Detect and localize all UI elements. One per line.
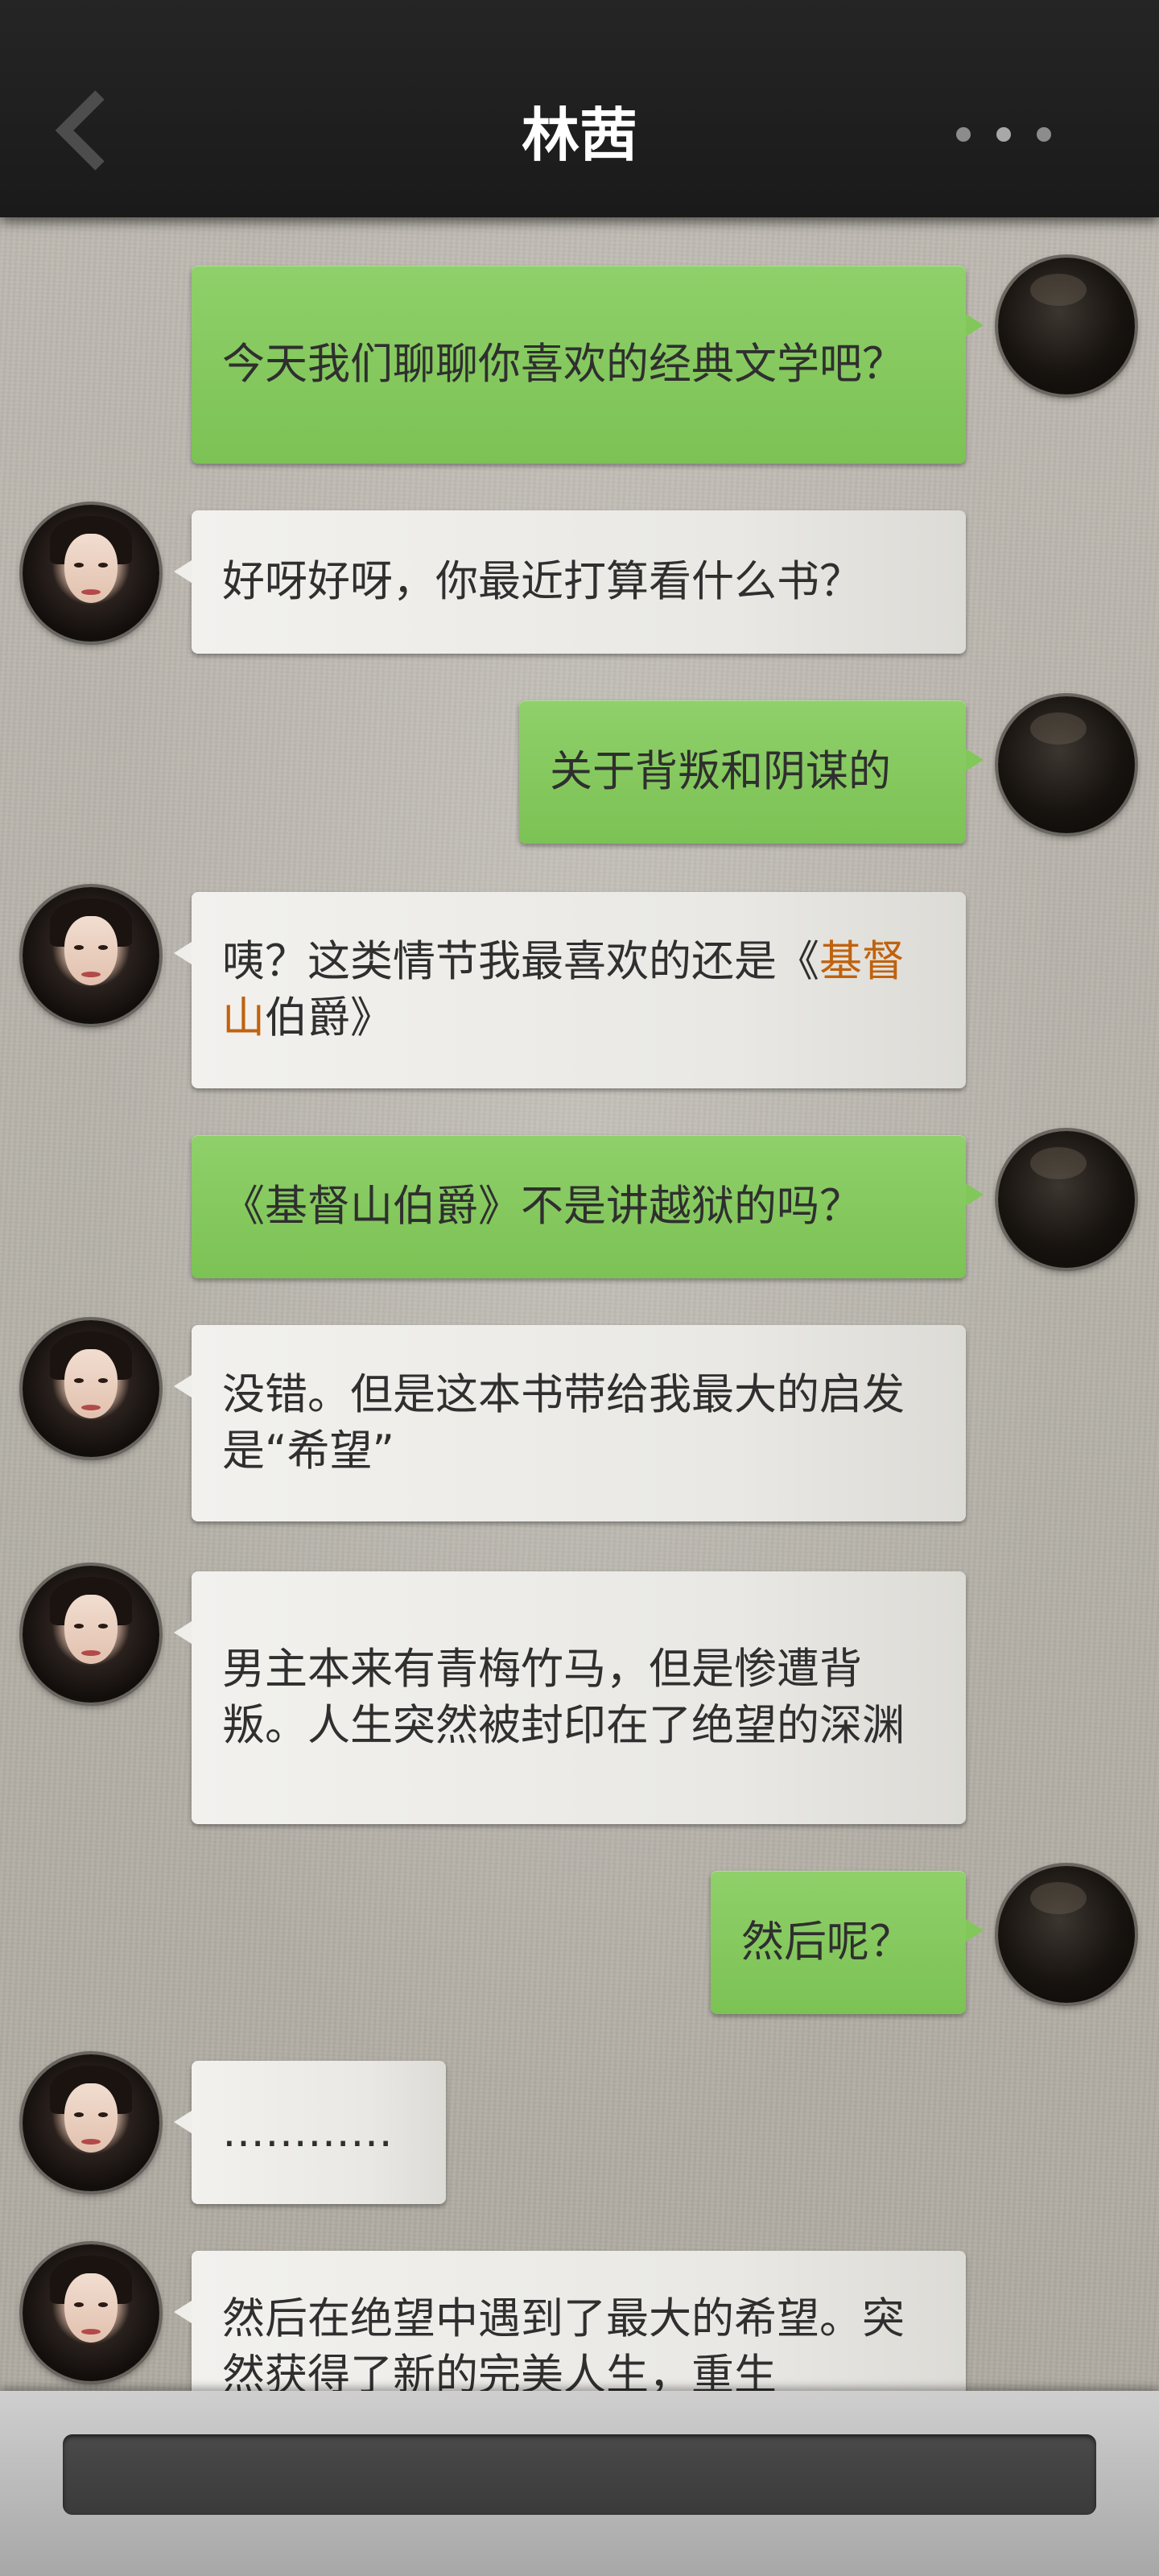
message-text: 没错。但是这本书带给我最大的启发是“希望” — [222, 1370, 905, 1476]
contact-avatar[interactable] — [23, 2054, 159, 2191]
message-bubble-incoming[interactable]: 没错。但是这本书带给我最大的启发是“希望” — [174, 1325, 966, 1521]
message-bubble-incoming[interactable]: 咦？这类情节我最喜欢的还是《基督山伯爵》 — [174, 892, 966, 1088]
message-bubble-outgoing[interactable]: 今天我们聊聊你喜欢的经典文学吧？ — [192, 266, 984, 464]
message-text: 咦？这类情节我最喜欢的还是《基督山伯爵》 — [222, 937, 905, 1042]
message-text: 然后呢？ — [741, 1918, 912, 1967]
my-avatar[interactable] — [998, 258, 1135, 394]
contact-avatar[interactable] — [23, 1566, 159, 1703]
message-bubble-outgoing[interactable]: 《基督山伯爵》不是讲越狱的吗？ — [192, 1135, 984, 1278]
message-text: 然后在绝望中遇到了最大的希望。突然获得了新的完美人生，重生 — [222, 2294, 905, 2391]
contact-avatar[interactable] — [23, 2244, 159, 2381]
message-text: 《基督山伯爵》不是讲越狱的吗？ — [222, 1182, 862, 1231]
bottom-input-area — [0, 2391, 1159, 2576]
contact-avatar[interactable] — [23, 505, 159, 642]
message-text: 男主本来有青梅竹马，但是惨遭背叛。人生突然被封印在了绝望的深渊 — [222, 1645, 905, 1750]
more-options-icon[interactable] — [948, 119, 1061, 148]
message-bubble-incoming[interactable]: ………… — [174, 2061, 446, 2204]
contact-avatar[interactable] — [23, 1320, 159, 1457]
message-bubble-incoming[interactable]: 男主本来有青梅竹马，但是惨遭背叛。人生突然被封印在了绝望的深渊 — [174, 1571, 966, 1824]
message-text: 今天我们聊聊你喜欢的经典文学吧？ — [222, 340, 905, 389]
message-bubble-outgoing[interactable]: 关于背叛和阴谋的 — [519, 700, 984, 844]
message-bubble-incoming[interactable]: 好呀好呀，你最近打算看什么书？ — [174, 510, 966, 654]
top-bar: 林茜 — [0, 0, 1159, 217]
message-text: 关于背叛和阴谋的 — [550, 747, 891, 796]
message-bubble-outgoing[interactable]: 然后呢？ — [711, 1871, 984, 2014]
message-bubble-incoming[interactable]: 然后在绝望中遇到了最大的希望。突然获得了新的完美人生，重生 — [174, 2251, 966, 2391]
my-avatar[interactable] — [998, 696, 1135, 833]
message-text: 好呀好呀，你最近打算看什么书？ — [222, 557, 862, 606]
message-text: ………… — [222, 2107, 393, 2157]
my-avatar[interactable] — [998, 1866, 1135, 2003]
my-avatar[interactable] — [998, 1131, 1135, 1268]
message-input-field[interactable] — [63, 2434, 1096, 2515]
chat-message-list[interactable]: 今天我们聊聊你喜欢的经典文学吧？ 好呀好呀，你最近打算看什么书？ 关于背叛和阴谋… — [0, 217, 1159, 2391]
contact-avatar[interactable] — [23, 887, 159, 1024]
